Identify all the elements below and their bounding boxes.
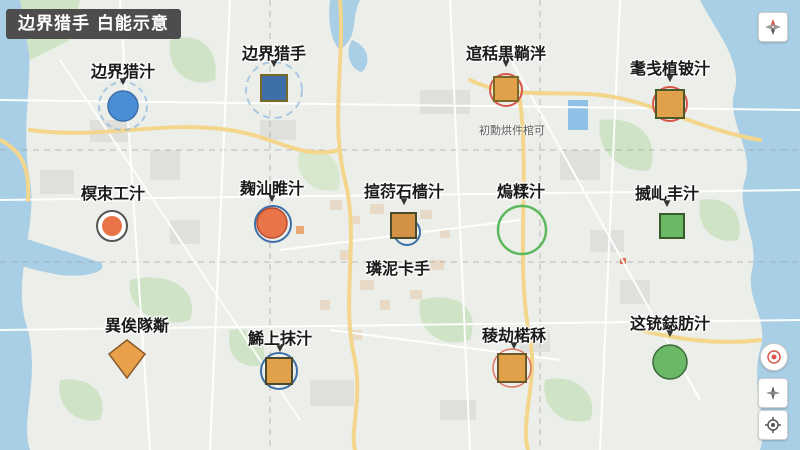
- pointer-icon: ▼: [270, 59, 278, 69]
- compass-icon: [765, 19, 781, 35]
- pointer-icon: ▼: [276, 344, 284, 354]
- poi-label: 異俟隊斴: [104, 316, 170, 335]
- poi-label: 榠朿工汁: [80, 184, 146, 203]
- circle-marker-icon: [96, 210, 128, 242]
- navigation-icon: [765, 417, 781, 433]
- square-marker-icon: [245, 62, 303, 119]
- diamond-marker-icon: [107, 339, 147, 380]
- pointer-icon: ▼: [666, 329, 674, 339]
- square-marker-icon: [659, 213, 685, 239]
- square-marker-icon: [390, 212, 421, 246]
- pointer-icon: ▼: [663, 199, 671, 209]
- recenter-button[interactable]: [758, 378, 788, 408]
- crosshair-icon: [766, 386, 780, 400]
- compass-button[interactable]: [758, 12, 788, 42]
- ring-marker-icon: [496, 204, 548, 256]
- square-marker-icon: [652, 86, 688, 122]
- square-marker-icon: [489, 73, 523, 107]
- circle-marker-icon: [254, 205, 292, 243]
- pointer-icon: ▼: [268, 194, 276, 204]
- pointer-icon: ▼: [119, 77, 127, 87]
- poi-label: 熓糅汁: [496, 182, 546, 201]
- pointer-icon: ▼: [502, 59, 510, 69]
- navigation-button[interactable]: [758, 410, 788, 440]
- square-marker-icon: [492, 348, 532, 388]
- circle-marker-icon: [652, 344, 688, 380]
- center-label: 璘泥卡手: [365, 259, 431, 278]
- map-title: 边界猎手 白能示意: [6, 9, 181, 39]
- map-view[interactable]: 边界猎手 白能示意 初勳烘件棺可 璘泥卡手 边界猎汁 边界猎手 逭秳黒鞝泮 耄戋…: [0, 0, 800, 450]
- location-button[interactable]: [760, 343, 788, 371]
- pointer-icon: ▼: [666, 74, 674, 84]
- location-pin-icon: [767, 350, 781, 364]
- pointer-icon: ▼: [510, 341, 518, 351]
- district-label: 初勳烘件棺可: [479, 124, 545, 137]
- pointer-icon: ▼: [400, 197, 408, 207]
- square-marker-icon: [260, 352, 298, 390]
